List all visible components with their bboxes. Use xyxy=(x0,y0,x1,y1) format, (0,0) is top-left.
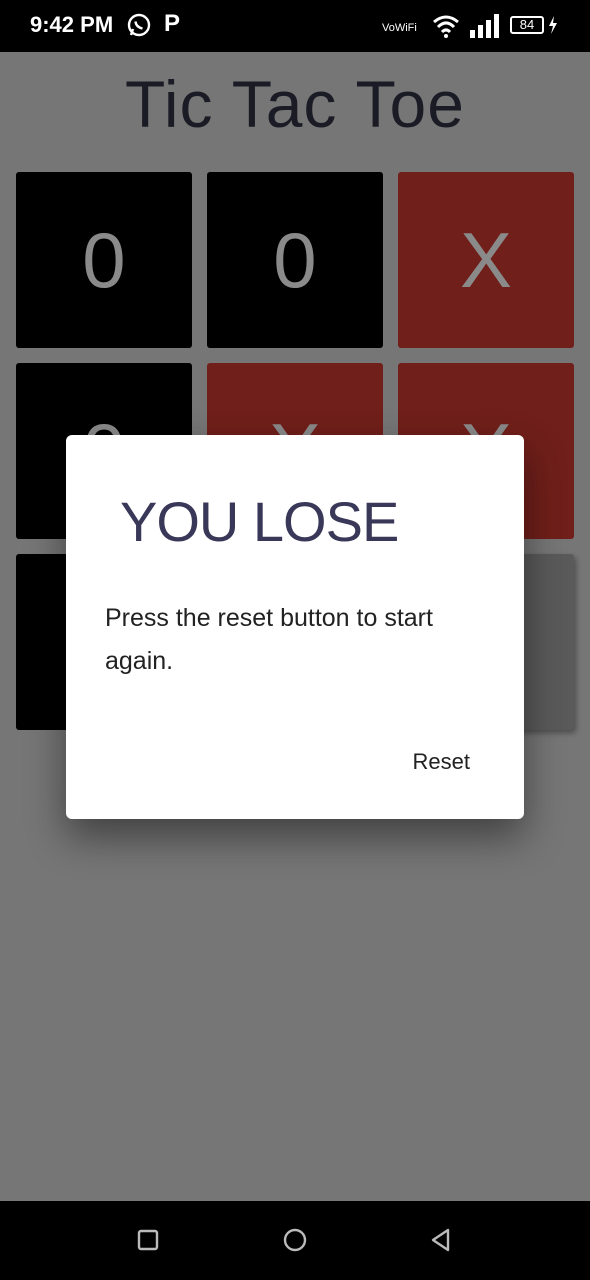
navigation-bar xyxy=(0,1201,590,1280)
reset-button[interactable]: Reset xyxy=(413,749,470,775)
page-title: Tic Tac Toe xyxy=(125,67,465,141)
result-dialog: YOU LOSE Press the reset button to start… xyxy=(66,435,524,819)
wifi-icon xyxy=(433,15,459,38)
status-bar: 9:42 PM P VoWiFi 84 xyxy=(0,0,590,52)
recent-apps-icon[interactable] xyxy=(135,1227,161,1253)
status-time: 9:42 PM xyxy=(30,12,114,37)
dialog-title: YOU LOSE xyxy=(120,490,399,553)
board-cell-1[interactable]: 0 xyxy=(16,172,192,348)
dialog-message: Press the reset button to start again. xyxy=(105,604,433,675)
vowifi-label: VoWiFi xyxy=(382,22,417,34)
back-icon[interactable] xyxy=(428,1227,454,1253)
app-notification-icon: P xyxy=(164,10,181,37)
charging-icon xyxy=(549,16,557,34)
board-cell-2[interactable]: 0 xyxy=(207,172,383,348)
signal-icon xyxy=(470,14,499,38)
battery-indicator: 84 xyxy=(510,16,544,34)
board-cell-3[interactable]: X xyxy=(398,172,574,348)
home-icon[interactable] xyxy=(282,1227,308,1253)
whatsapp-icon xyxy=(127,13,151,37)
